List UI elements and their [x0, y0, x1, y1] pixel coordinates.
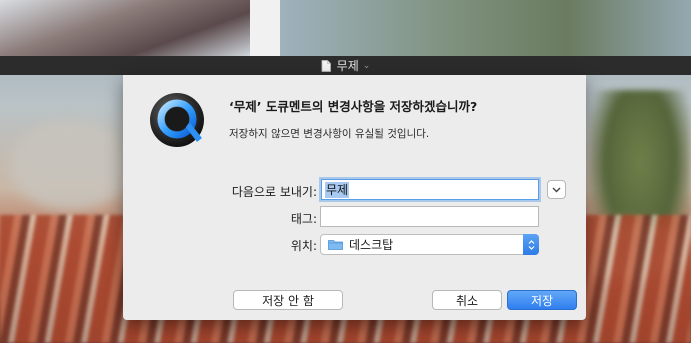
window-titlebar[interactable]: 무제 ⌄ — [0, 56, 691, 75]
tags-input[interactable] — [320, 206, 539, 227]
save-dialog-sheet: ‘무제’ 도큐멘트의 변경사항을 저장하겠습니까? 저장하지 않으면 변경사항이… — [123, 75, 586, 320]
background-blur — [10, 120, 130, 210]
location-value: 데스크탑 — [349, 238, 394, 252]
popup-stepper-icon — [523, 234, 539, 255]
chevron-down-icon — [552, 187, 561, 192]
up-down-arrows-icon — [528, 239, 534, 250]
window-title: 무제 — [336, 59, 359, 73]
tags-label: 태그: — [290, 212, 317, 226]
export-as-label: 다음으로 보내기: — [231, 185, 317, 199]
document-icon — [321, 59, 331, 72]
background-gap — [250, 0, 280, 56]
save-button[interactable]: 저장 — [507, 290, 577, 310]
export-as-input[interactable]: 무제 — [321, 179, 539, 200]
background-photo-right — [280, 0, 691, 56]
location-label: 위치: — [290, 239, 317, 253]
dialog-headline: ‘무제’ 도큐멘트의 변경사항을 저장하겠습니까? — [229, 99, 478, 114]
title-chevron-icon[interactable]: ⌄ — [363, 61, 371, 71]
folder-icon — [328, 240, 343, 250]
dialog-subtext: 저장하지 않으면 변경사항이 유실될 것입니다. — [229, 128, 430, 140]
export-as-value: 무제 — [325, 182, 350, 198]
quicktime-icon — [150, 93, 204, 147]
cancel-button[interactable]: 취소 — [432, 290, 502, 310]
expand-dialog-button[interactable] — [547, 180, 566, 199]
dont-save-button[interactable]: 저장 안 함 — [233, 290, 343, 310]
background-photo-left — [0, 0, 250, 56]
location-popup[interactable]: 데스크탑 — [320, 234, 539, 255]
